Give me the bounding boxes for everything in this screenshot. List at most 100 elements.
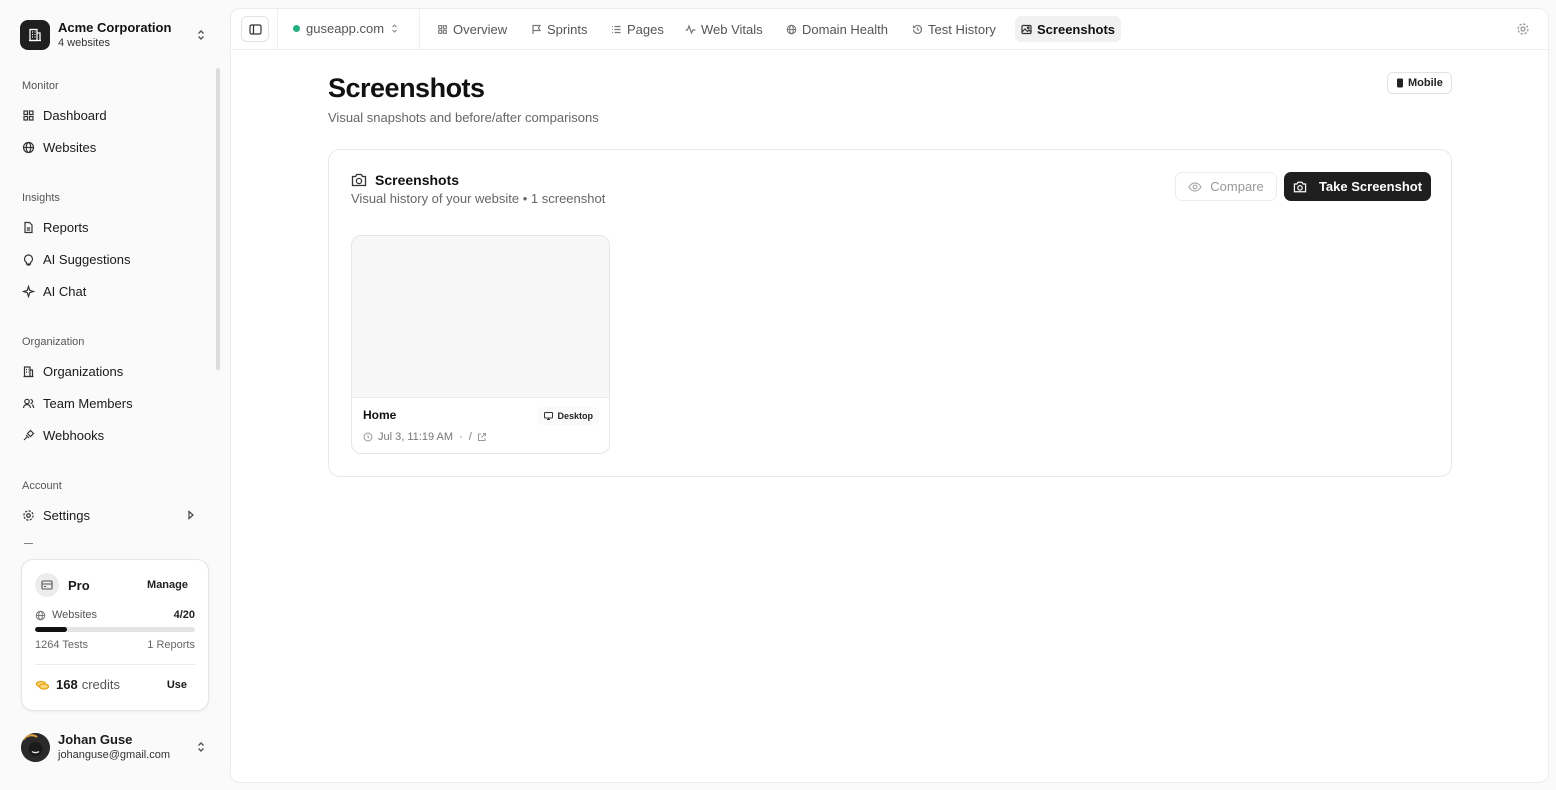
- sidebar-item-settings[interactable]: Settings: [14, 501, 206, 529]
- tab-domain-health[interactable]: Domain Health: [780, 16, 894, 42]
- user-name: Johan Guse: [58, 732, 133, 747]
- tab-label: Web Vitals: [701, 21, 763, 37]
- screenshots-card: Screenshots Visual history of your websi…: [328, 149, 1452, 477]
- device-toggle-label: Mobile: [1408, 77, 1443, 89]
- site-switcher[interactable]: guseapp.com: [293, 21, 399, 36]
- device-toggle-button[interactable]: Mobile: [1387, 72, 1452, 94]
- building-icon: [20, 20, 50, 50]
- site-name: guseapp.com: [306, 21, 385, 36]
- device-badge-label: Desktop: [557, 411, 593, 421]
- lightbulb-icon: [22, 253, 35, 266]
- sidebar-item-label: Dashboard: [43, 107, 107, 123]
- smartphone-icon: [1396, 78, 1404, 88]
- webhook-icon: [22, 429, 35, 442]
- user-menu[interactable]: Johan Guse johanguse@gmail.com: [21, 728, 218, 766]
- plan-websites-usage: 4/20: [173, 609, 195, 621]
- websites-usage-fill: [35, 627, 67, 632]
- plan-reports-count: 1 Reports: [147, 639, 195, 651]
- sidebar-item-reports[interactable]: Reports: [14, 213, 206, 241]
- camera-icon: [351, 173, 367, 187]
- tab-label: Test History: [928, 21, 996, 37]
- screenshot-page-name: Home: [363, 408, 397, 422]
- sidebar-item-websites[interactable]: Websites: [14, 133, 206, 161]
- tab-label: Pages: [627, 21, 664, 37]
- external-link-icon[interactable]: [477, 432, 487, 442]
- flag-icon: [531, 24, 542, 35]
- tab-test-history[interactable]: Test History: [906, 16, 1002, 42]
- plan-name: Pro: [68, 577, 90, 593]
- device-badge: Desktop: [538, 407, 599, 425]
- toggle-sidebar-button[interactable]: [241, 16, 269, 42]
- nav-section-monitor: Monitor: [22, 80, 59, 92]
- sidebar-item-dashboard[interactable]: Dashboard: [14, 101, 206, 129]
- sidebar-item-label: Reports: [43, 219, 89, 235]
- meta-separator: ·: [459, 431, 463, 443]
- top-bar: guseapp.com Overview Sprints Pages Web V…: [231, 9, 1548, 50]
- sidebar-item-label: Webhooks: [43, 427, 105, 443]
- monitor-icon: [544, 412, 554, 420]
- page-subtitle: Visual snapshots and before/after compar…: [328, 110, 599, 125]
- sidebar-panel-icon: [248, 23, 262, 35]
- compare-button[interactable]: Compare: [1175, 172, 1277, 201]
- credit-card-icon: [35, 573, 59, 597]
- sidebar-item-label: Organizations: [43, 363, 124, 379]
- users-icon: [22, 397, 35, 410]
- chevrons-up-down-icon: [194, 740, 208, 754]
- manage-plan-button[interactable]: Manage: [147, 579, 188, 591]
- sidebar-scrollbar[interactable]: [216, 68, 220, 370]
- plan-tests-count: 1264 Tests: [35, 639, 89, 651]
- building-icon: [22, 365, 35, 378]
- sidebar-item-webhooks[interactable]: Webhooks: [14, 421, 206, 449]
- tab-web-vitals[interactable]: Web Vitals: [679, 16, 769, 42]
- sidebar-item-ai-chat[interactable]: AI Chat: [14, 277, 206, 305]
- gear-icon[interactable]: [1516, 22, 1530, 36]
- org-website-count: 4 websites: [58, 37, 110, 49]
- history-icon: [912, 24, 923, 35]
- tab-overview[interactable]: Overview: [431, 16, 513, 42]
- sidebar-item-ai-suggestions[interactable]: AI Suggestions: [14, 245, 206, 273]
- card-subtitle: Visual history of your website • 1 scree…: [351, 191, 606, 206]
- use-credits-button[interactable]: Use: [167, 679, 187, 691]
- clock-icon: [363, 432, 373, 442]
- plan-websites-label: Websites: [52, 609, 98, 621]
- nav-section-organization: Organization: [22, 336, 85, 348]
- nav-section-account: Account: [22, 480, 62, 492]
- credits-label: credits: [81, 677, 120, 692]
- sidebar-item-label: Websites: [43, 139, 97, 155]
- org-switcher[interactable]: Acme Corporation 4 websites: [12, 14, 218, 56]
- sidebar-item-label: AI Chat: [43, 283, 87, 299]
- coins-icon: [35, 679, 50, 691]
- card-title: Screenshots: [375, 172, 460, 188]
- gear-icon: [22, 509, 35, 522]
- file-text-icon: [22, 221, 35, 234]
- nav-section-insights: Insights: [22, 192, 60, 204]
- main-content: guseapp.com Overview Sprints Pages Web V…: [230, 8, 1549, 783]
- camera-icon: [1293, 181, 1307, 193]
- org-name: Acme Corporation: [58, 20, 172, 35]
- tab-sprints[interactable]: Sprints: [525, 16, 593, 42]
- tab-pages[interactable]: Pages: [605, 16, 670, 42]
- screenshot-thumbnail[interactable]: [352, 236, 609, 398]
- tab-screenshots[interactable]: Screenshots: [1015, 16, 1122, 42]
- sidebar-item-organizations[interactable]: Organizations: [14, 357, 206, 385]
- globe-icon: [22, 141, 35, 154]
- grid-icon: [437, 24, 448, 35]
- screenshot-path: /: [468, 431, 472, 443]
- page-title: Screenshots: [328, 73, 485, 103]
- tab-label: Domain Health: [802, 21, 888, 37]
- topbar-divider: [419, 9, 420, 50]
- grid-icon: [22, 109, 35, 122]
- sidebar-item-next[interactable]: [14, 533, 206, 544]
- globe-icon: [35, 610, 46, 621]
- status-dot: [293, 25, 300, 32]
- screenshot-item[interactable]: Home Desktop Jul 3, 11:19 AM · /: [351, 235, 610, 454]
- take-screenshot-button[interactable]: Take Screenshot: [1284, 172, 1431, 201]
- take-screenshot-label: Take Screenshot: [1318, 179, 1423, 194]
- plan-card: Pro Manage Websites 4/20 1264 Tests 1 Re…: [21, 559, 209, 711]
- list-icon: [22, 541, 35, 544]
- websites-usage-bar: [35, 627, 195, 632]
- sidebar-item-team-members[interactable]: Team Members: [14, 389, 206, 417]
- list-icon: [611, 24, 622, 35]
- credits-count: 168: [56, 677, 78, 692]
- caret-right-icon: [186, 510, 196, 520]
